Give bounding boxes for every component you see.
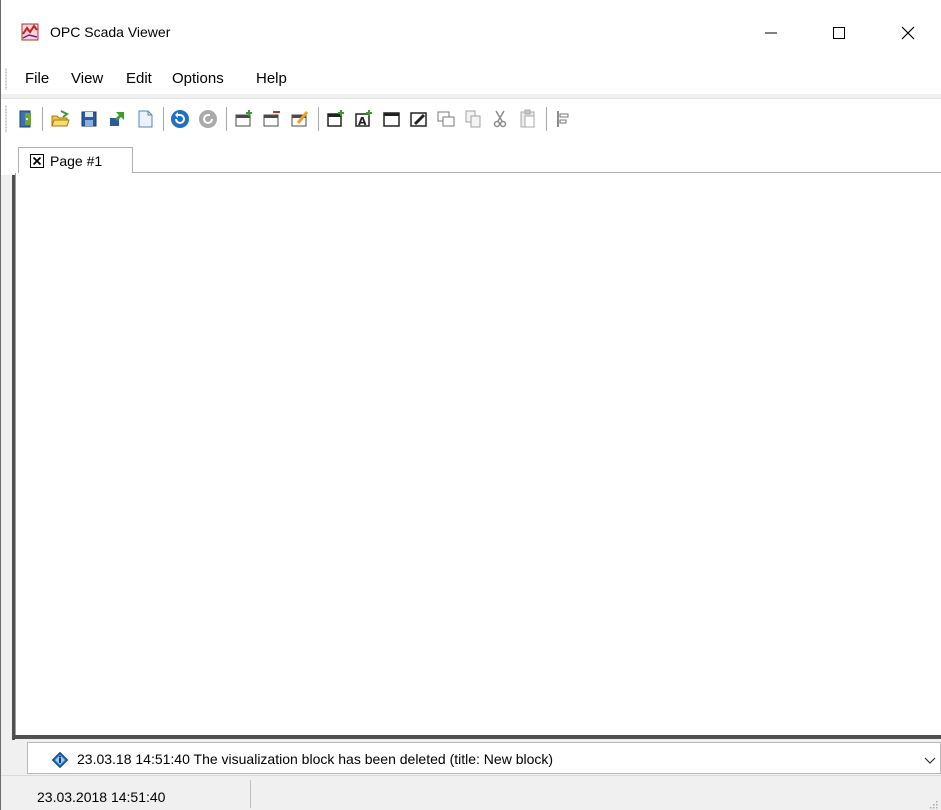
toolbar: A [1, 98, 941, 142]
edit-block-button[interactable] [408, 108, 430, 130]
menu-view[interactable]: View [69, 68, 105, 90]
page-canvas[interactable] [15, 173, 941, 735]
app-window: OPC Scada Viewer File View Edit Options … [0, 0, 941, 810]
toolbar-separator [226, 107, 227, 131]
delete-page-button[interactable] [261, 108, 283, 130]
delete-page-icon [263, 111, 280, 127]
add-page-icon [235, 110, 252, 127]
save-button[interactable] [78, 108, 100, 130]
minimize-button[interactable] [748, 14, 794, 52]
add-block-button[interactable] [325, 108, 347, 130]
save-icon [81, 111, 97, 127]
block-frame-icon [383, 112, 400, 127]
new-document-button[interactable] [134, 108, 156, 130]
toolbar-separator [163, 107, 164, 131]
app-logo-icon [21, 23, 39, 41]
status-bar: 23.03.2018 14:51:40 [1, 775, 941, 810]
cut-icon [493, 110, 507, 128]
paste-icon [520, 109, 535, 128]
status-datetime: 23.03.2018 14:51:40 [37, 789, 166, 805]
paste-button[interactable] [517, 108, 539, 130]
duplicate-button[interactable] [435, 108, 457, 130]
menu-help[interactable]: Help [254, 68, 289, 90]
edit-page-icon [291, 111, 309, 127]
copy-button[interactable] [462, 108, 484, 130]
export-button[interactable] [106, 108, 128, 130]
menu-options[interactable]: Options [170, 68, 226, 90]
undo-icon [171, 110, 189, 128]
chevron-down-icon[interactable] [922, 753, 938, 769]
toolbar-separator [318, 107, 319, 131]
toolbar-grip[interactable] [5, 105, 7, 133]
menu-file[interactable]: File [23, 68, 51, 90]
message-text: 23.03.18 14:51:40 The visualization bloc… [77, 751, 554, 767]
maximize-icon [833, 27, 845, 39]
align-icon [557, 111, 569, 127]
tab-strip [1, 142, 941, 175]
cut-button[interactable] [489, 108, 511, 130]
message-log-combo[interactable]: 23.03.18 14:51:40 The visualization bloc… [27, 742, 941, 774]
export-icon [110, 112, 124, 126]
tab-label: Page #1 [50, 153, 103, 169]
tab-page-1[interactable]: Page #1 [18, 147, 133, 175]
redo-icon [199, 110, 217, 128]
svg-text:A: A [358, 115, 367, 128]
exit-icon [19, 110, 31, 128]
edit-block-icon [410, 112, 427, 127]
new-document-icon [138, 110, 153, 128]
toolbar-separator [42, 107, 43, 131]
info-diamond-icon [51, 751, 69, 769]
redo-button[interactable] [197, 108, 219, 130]
menu-edit[interactable]: Edit [124, 68, 154, 90]
close-button[interactable] [885, 14, 931, 52]
open-icon [51, 110, 70, 127]
undo-button[interactable] [169, 108, 191, 130]
exit-button[interactable] [15, 108, 37, 130]
open-button[interactable] [49, 108, 71, 130]
menu-bar: File View Edit Options Help [1, 64, 941, 94]
copy-icon [465, 110, 481, 128]
size-grip-icon[interactable] [928, 797, 938, 809]
window-title: OPC Scada Viewer [50, 24, 171, 40]
add-text-block-button[interactable]: A [353, 108, 375, 130]
title-bar[interactable]: OPC Scada Viewer [1, 0, 941, 64]
toolbar-separator [546, 107, 547, 131]
minimize-icon [765, 32, 777, 34]
edit-page-button[interactable] [289, 108, 311, 130]
maximize-button[interactable] [816, 14, 862, 52]
menu-grip[interactable] [5, 68, 7, 90]
add-block-icon [327, 110, 344, 127]
align-button[interactable] [553, 108, 575, 130]
close-tab-icon[interactable] [30, 154, 44, 168]
add-page-button[interactable] [233, 108, 255, 130]
message-bar: 23.03.18 14:51:40 The visualization bloc… [15, 739, 941, 775]
close-icon [901, 26, 915, 40]
block-frame-button[interactable] [381, 108, 403, 130]
add-text-block-icon: A [355, 110, 372, 128]
duplicate-icon [437, 111, 455, 127]
